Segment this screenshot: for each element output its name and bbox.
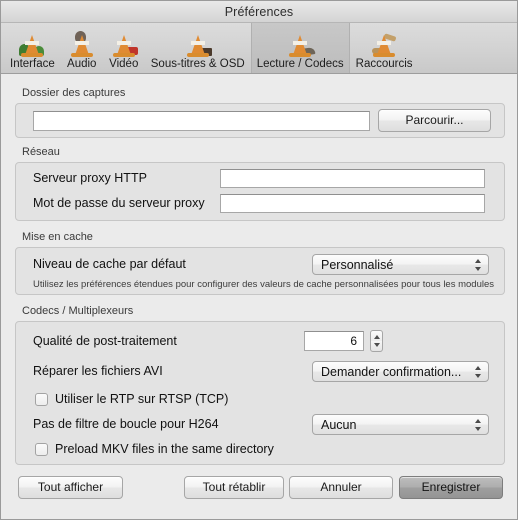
chevron-updown-icon [475,365,482,379]
repair-avi-dropdown[interactable]: Demander confirmation... [312,361,489,382]
tab-label: Sous-titres & OSD [150,58,245,70]
http-proxy-input[interactable] [220,169,485,188]
repair-avi-label: Réparer les fichiers AVI [33,364,163,378]
tab-label: Lecture / Codecs [256,58,344,70]
preferences-toolbar: Interface Audio Vidéo Sous-titres & OSD [1,23,517,74]
chevron-updown-icon [475,258,482,272]
cache-hint-text: Utilisez les préférences étendues pour c… [33,279,495,290]
show-all-button[interactable]: Tout afficher [18,476,123,499]
vlc-cone-hotkeys-icon [369,31,399,58]
dialog-footer: Tout afficher Tout rétablir Annuler Enre… [1,476,517,519]
postproc-quality-stepper[interactable] [370,330,383,352]
caching-section: Mise en cache Niveau de cache par défaut… [15,231,505,295]
tab-hotkeys[interactable]: Raccourcis [350,23,419,73]
vlc-cone-video-icon [109,31,139,58]
title-bar: Préférences [1,1,517,23]
preload-mkv-checkbox[interactable] [35,442,48,456]
rtp-over-rtsp-checkbox-row[interactable]: Utiliser le RTP sur RTSP (TCP) [35,392,228,406]
preload-mkv-label: Preload MKV files in the same directory [55,442,274,456]
rtp-over-rtsp-checkbox[interactable] [35,392,48,406]
tab-subtitles-osd[interactable]: Sous-titres & OSD [145,23,251,73]
rtp-over-rtsp-label: Utiliser le RTP sur RTSP (TCP) [55,392,229,406]
vlc-cone-playback-icon [285,31,316,58]
save-button[interactable]: Enregistrer [399,476,503,499]
codecs-group-box: Qualité de post-traitement Réparer les f… [15,321,505,465]
h264-loop-filter-label: Pas de filtre de boucle pour H264 [33,417,219,431]
network-group-label: Réseau [22,146,60,158]
cache-level-label: Niveau de cache par défaut [33,257,186,271]
captures-group-box: Parcourir... [15,103,505,138]
tab-playback-codecs[interactable]: Lecture / Codecs [250,23,350,73]
proxy-password-input[interactable] [220,194,485,213]
capture-folder-input[interactable] [33,111,370,131]
vlc-cone-audio-icon [67,31,97,58]
cache-level-dropdown[interactable]: Personnalisé [312,254,489,275]
vlc-cone-interface-icon [17,31,47,58]
postproc-quality-input[interactable] [304,331,364,351]
tab-audio[interactable]: Audio [61,23,103,73]
caching-group-box: Niveau de cache par défaut Personnalisé … [15,247,505,295]
browse-button[interactable]: Parcourir... [378,109,491,132]
codecs-group-label: Codecs / Multiplexeurs [22,305,134,317]
tab-label: Raccourcis [355,58,413,70]
http-proxy-label: Serveur proxy HTTP [33,171,147,185]
preload-mkv-checkbox-row[interactable]: Preload MKV files in the same directory [35,442,274,456]
tab-label: Vidéo [109,58,139,70]
cache-level-value: Personnalisé [321,257,394,272]
vlc-cone-subtitles-icon [183,31,213,58]
tab-interface[interactable]: Interface [4,23,61,73]
repair-avi-value: Demander confirmation... [321,364,462,379]
chevron-updown-icon [475,418,482,432]
caching-group-label: Mise en cache [22,231,93,243]
cancel-button[interactable]: Annuler [289,476,393,499]
reset-all-button[interactable]: Tout rétablir [184,476,284,499]
tab-video[interactable]: Vidéo [103,23,145,73]
proxy-password-label: Mot de passe du serveur proxy [33,196,205,210]
captures-group-label: Dossier des captures [22,87,126,99]
codecs-section: Codecs / Multiplexeurs Qualité de post-t… [15,305,505,465]
preferences-content: Dossier des captures Parcourir... Réseau… [1,74,517,479]
tab-label: Audio [67,58,97,70]
captures-section: Dossier des captures Parcourir... [15,87,505,138]
h264-loop-filter-value: Aucun [321,417,357,432]
network-group-box: Serveur proxy HTTP Mot de passe du serve… [15,162,505,221]
network-section: Réseau Serveur proxy HTTP Mot de passe d… [15,146,505,221]
window-title: Préférences [224,4,294,19]
postproc-quality-label: Qualité de post-traitement [33,334,177,348]
h264-loop-filter-dropdown[interactable]: Aucun [312,414,489,435]
preferences-window: Préférences Interface Audio Vidéo Sous-t… [0,0,518,520]
tab-label: Interface [10,58,55,70]
